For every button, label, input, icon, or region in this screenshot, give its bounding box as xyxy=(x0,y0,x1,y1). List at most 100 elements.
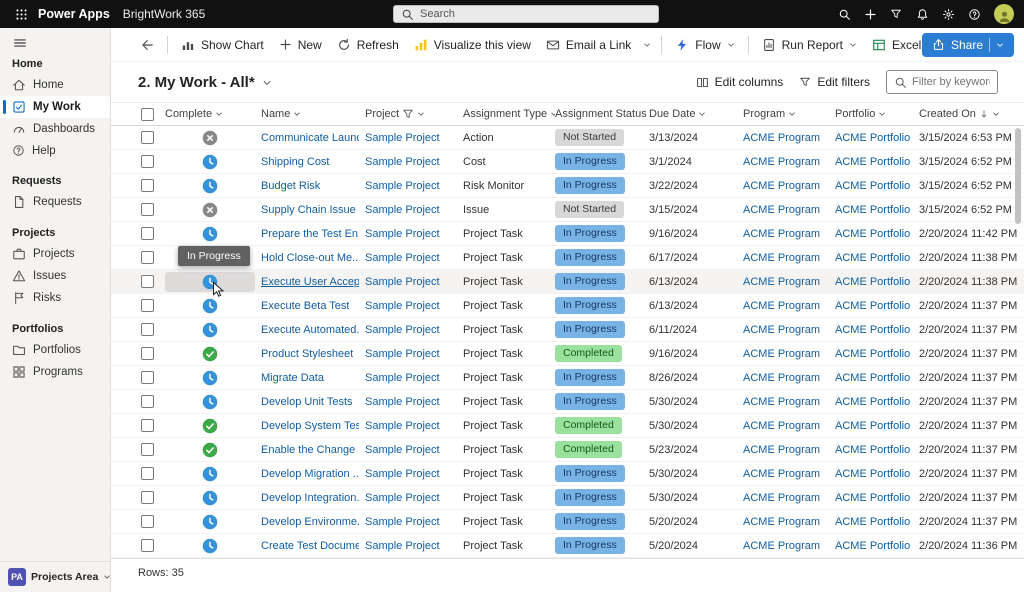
name-link[interactable]: Develop Migration ... xyxy=(261,468,359,480)
status-clock-icon[interactable] xyxy=(202,466,218,482)
complete-cell[interactable] xyxy=(165,538,261,554)
sidebar-item-portfolios[interactable]: Portfolios xyxy=(0,339,110,361)
status-check-icon[interactable] xyxy=(202,346,218,362)
program-link[interactable]: ACME Program xyxy=(743,372,820,384)
sidebar-item-dashboards[interactable]: Dashboards xyxy=(0,118,110,140)
name-link[interactable]: Enable the Change I... xyxy=(261,444,359,456)
portfolio-link[interactable]: ACME Portfolio xyxy=(835,516,910,528)
portfolio-link[interactable]: ACME Portfolio xyxy=(835,252,910,264)
program-link[interactable]: ACME Program xyxy=(743,228,820,240)
table-row[interactable]: Develop System TestsSample ProjectProjec… xyxy=(111,414,1024,438)
column-header-assignment-status[interactable]: Assignment Status xyxy=(555,108,649,120)
avatar[interactable] xyxy=(994,4,1014,24)
status-clock-icon[interactable] xyxy=(202,154,218,170)
status-clock-icon[interactable] xyxy=(202,538,218,554)
portfolio-link[interactable]: ACME Portfolio xyxy=(835,228,910,240)
row-checkbox[interactable] xyxy=(139,275,165,288)
project-link[interactable]: Sample Project xyxy=(365,516,440,528)
run-report-button[interactable]: Run Report xyxy=(755,33,864,57)
complete-cell[interactable] xyxy=(165,202,261,218)
project-link[interactable]: Sample Project xyxy=(365,324,440,336)
excel-templates-button[interactable]: Excel Templates xyxy=(865,33,922,57)
name-link[interactable]: Develop System Tests xyxy=(261,420,359,432)
portfolio-link[interactable]: ACME Portfolio xyxy=(835,396,910,408)
complete-cell[interactable] xyxy=(165,298,261,314)
status-clock-icon[interactable] xyxy=(202,274,218,290)
portfolio-link[interactable]: ACME Portfolio xyxy=(835,300,910,312)
portfolio-link[interactable]: ACME Portfolio xyxy=(835,540,910,552)
select-all-checkbox[interactable] xyxy=(139,108,165,121)
project-link[interactable]: Sample Project xyxy=(365,132,440,144)
row-checkbox[interactable] xyxy=(139,203,165,216)
row-checkbox[interactable] xyxy=(139,539,165,552)
portfolio-link[interactable]: ACME Portfolio xyxy=(835,492,910,504)
table-row[interactable]: Communicate LaunchSample ProjectActionNo… xyxy=(111,126,1024,150)
program-link[interactable]: ACME Program xyxy=(743,252,820,264)
sidebar-item-requests[interactable]: Requests xyxy=(0,191,110,213)
program-link[interactable]: ACME Program xyxy=(743,180,820,192)
portfolio-link[interactable]: ACME Portfolio xyxy=(835,204,910,216)
status-clock-icon[interactable] xyxy=(202,226,218,242)
program-link[interactable]: ACME Program xyxy=(743,396,820,408)
complete-cell[interactable] xyxy=(165,154,261,170)
visualize-this-view-button[interactable]: Visualize this view xyxy=(407,33,538,57)
name-link[interactable]: Communicate Launch xyxy=(261,132,359,144)
complete-cell[interactable] xyxy=(165,514,261,530)
table-row[interactable]: Develop Migration ...Sample ProjectProje… xyxy=(111,462,1024,486)
funnel-icon[interactable] xyxy=(884,2,908,26)
program-link[interactable]: ACME Program xyxy=(743,420,820,432)
email-a-link-button[interactable]: Email a Link xyxy=(539,33,638,57)
row-checkbox[interactable] xyxy=(139,515,165,528)
app-launcher-button[interactable] xyxy=(10,3,32,25)
row-checkbox[interactable] xyxy=(139,467,165,480)
table-row[interactable]: Create Test Docume...Sample ProjectProje… xyxy=(111,534,1024,558)
project-link[interactable]: Sample Project xyxy=(365,180,440,192)
name-link[interactable]: Migrate Data xyxy=(261,372,324,384)
portfolio-link[interactable]: ACME Portfolio xyxy=(835,276,910,288)
flow-button[interactable]: Flow xyxy=(668,33,741,57)
status-check-icon[interactable] xyxy=(202,442,218,458)
portfolio-link[interactable]: ACME Portfolio xyxy=(835,468,910,480)
column-header-complete[interactable]: Complete xyxy=(165,108,261,120)
table-row[interactable]: Shipping CostSample ProjectCostIn Progre… xyxy=(111,150,1024,174)
table-row[interactable]: Develop Environme...Sample ProjectProjec… xyxy=(111,510,1024,534)
complete-cell[interactable] xyxy=(165,442,261,458)
sidebar-toggle-button[interactable] xyxy=(0,28,110,52)
sidebar-item-issues[interactable]: Issues xyxy=(0,265,110,287)
column-header-program[interactable]: Program xyxy=(743,108,835,120)
complete-cell[interactable] xyxy=(165,272,261,292)
portfolio-link[interactable]: ACME Portfolio xyxy=(835,444,910,456)
project-link[interactable]: Sample Project xyxy=(365,348,440,360)
program-link[interactable]: ACME Program xyxy=(743,276,820,288)
column-header-due-date[interactable]: Due Date xyxy=(649,108,743,120)
table-row[interactable]: Execute Automated...Sample ProjectProjec… xyxy=(111,318,1024,342)
new-button[interactable]: New xyxy=(272,33,329,57)
global-search-input[interactable] xyxy=(420,8,651,20)
status-x-icon[interactable] xyxy=(202,202,218,218)
portfolio-link[interactable]: ACME Portfolio xyxy=(835,420,910,432)
complete-cell[interactable] xyxy=(165,346,261,362)
project-link[interactable]: Sample Project xyxy=(365,204,440,216)
name-link[interactable]: Product Stylesheet xyxy=(261,348,353,360)
complete-cell[interactable] xyxy=(165,490,261,506)
complete-cell[interactable] xyxy=(165,394,261,410)
row-checkbox[interactable] xyxy=(139,443,165,456)
table-row[interactable]: Product StylesheetSample ProjectProject … xyxy=(111,342,1024,366)
row-checkbox[interactable] xyxy=(139,371,165,384)
program-link[interactable]: ACME Program xyxy=(743,348,820,360)
status-x-icon[interactable] xyxy=(202,130,218,146)
table-row[interactable]: Budget RiskSample ProjectRisk MonitorIn … xyxy=(111,174,1024,198)
program-link[interactable]: ACME Program xyxy=(743,444,820,456)
program-link[interactable]: ACME Program xyxy=(743,492,820,504)
search-icon[interactable] xyxy=(832,2,856,26)
column-header-portfolio[interactable]: Portfolio xyxy=(835,108,919,120)
name-link[interactable]: Develop Integration... xyxy=(261,492,359,504)
scrollbar-thumb[interactable] xyxy=(1015,128,1021,224)
name-link[interactable]: Develop Environme... xyxy=(261,516,359,528)
row-checkbox[interactable] xyxy=(139,491,165,504)
column-header-created-on[interactable]: Created On xyxy=(919,108,1024,120)
table-row[interactable]: Supply Chain IssueSample ProjectIssueNot… xyxy=(111,198,1024,222)
complete-cell[interactable] xyxy=(165,466,261,482)
plus-icon[interactable] xyxy=(858,2,882,26)
project-link[interactable]: Sample Project xyxy=(365,444,440,456)
